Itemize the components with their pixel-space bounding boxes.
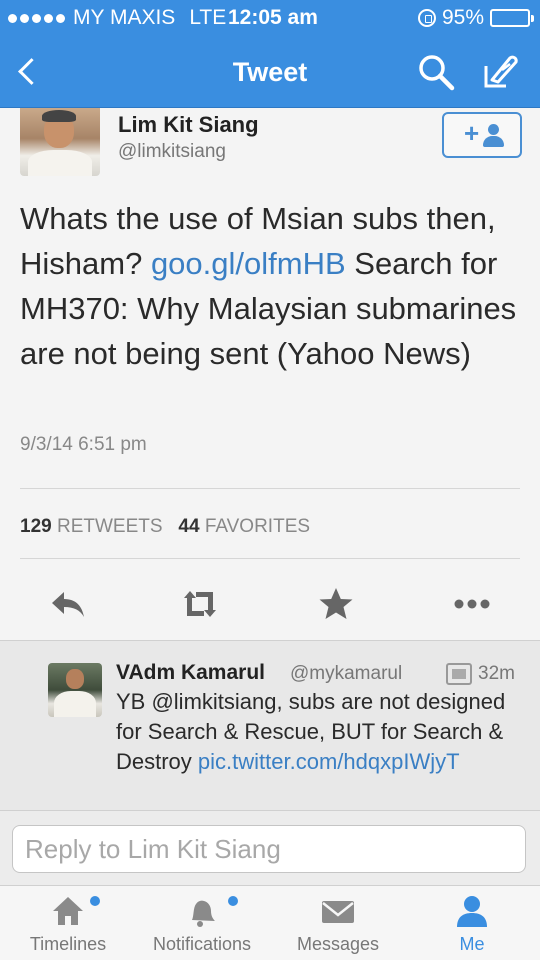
battery-percent: 95% xyxy=(441,6,484,29)
author-avatar[interactable] xyxy=(20,108,100,176)
status-bar: MY MAXIS LTE 12:05 am 95% xyxy=(0,0,540,36)
nav-bar: Tweet xyxy=(0,36,540,108)
divider xyxy=(20,558,520,559)
tweet-detail: Lim Kit Siang @limkitsiang + Whats the u… xyxy=(0,108,540,640)
reply-time: 32m xyxy=(478,663,515,684)
reply-link[interactable]: pic.twitter.com/hdqxpIWjyT xyxy=(198,749,460,774)
retweets-count: 129 xyxy=(20,516,52,537)
tweet-link[interactable]: goo.gl/olfmHB xyxy=(151,246,346,281)
retweets-label: RETWEETS xyxy=(56,516,163,537)
unread-dot xyxy=(90,896,100,906)
tab-label: Notifications xyxy=(152,934,252,954)
battery-icon xyxy=(490,9,534,27)
envelope-icon xyxy=(322,901,354,923)
tab-label: Messages xyxy=(296,934,380,954)
divider xyxy=(20,488,520,489)
unread-dot xyxy=(228,896,238,906)
favorite-icon xyxy=(319,588,353,619)
tweet-text: Whats the use of Msian subs then, Hisham… xyxy=(20,196,520,376)
author-name[interactable]: Lim Kit Siang xyxy=(118,112,259,138)
home-icon xyxy=(53,897,83,925)
follow-button[interactable]: + xyxy=(442,112,522,158)
reply-icon xyxy=(52,592,84,617)
reply-tweet[interactable]: VAdm Kamarul @mykamarul 32m YB @limkitsi… xyxy=(0,640,540,810)
tab-timelines[interactable]: Timelines xyxy=(20,886,116,960)
signal-strength-icon xyxy=(8,13,65,23)
person-icon xyxy=(457,896,487,927)
compose-button[interactable] xyxy=(480,52,520,92)
reply-bar xyxy=(0,810,540,886)
favorite-button[interactable] xyxy=(316,586,356,622)
reply-input[interactable] xyxy=(12,825,526,873)
search-icon xyxy=(419,55,455,91)
network-type: LTE xyxy=(189,6,227,29)
page-title: Tweet xyxy=(232,57,308,87)
favorites-count: 44 xyxy=(178,516,200,537)
retweets-stat[interactable]: 129 RETWEETS xyxy=(20,516,163,537)
reply-button[interactable] xyxy=(48,586,88,622)
favorites-label: FAVORITES xyxy=(204,516,311,537)
tab-label: Me xyxy=(459,934,485,954)
reply-text: YB @limkitsiang, subs are not designed f… xyxy=(116,687,521,777)
clock: 12:05 am xyxy=(228,6,318,29)
reply-author-handle[interactable]: @mykamarul xyxy=(290,663,402,685)
tweet-actions xyxy=(0,578,540,628)
tab-bar: Timelines Notifications Messages Me xyxy=(0,886,540,960)
reply-author-name[interactable]: VAdm Kamarul xyxy=(116,661,265,685)
tab-notifications[interactable]: Notifications xyxy=(146,886,258,960)
retweet-icon xyxy=(184,591,216,617)
tab-label: Timelines xyxy=(29,934,107,954)
compose-icon xyxy=(484,55,518,88)
person-icon xyxy=(482,124,504,148)
retweet-button[interactable] xyxy=(180,586,220,622)
reply-author-avatar[interactable] xyxy=(48,663,102,717)
tab-messages[interactable]: Messages xyxy=(290,886,386,960)
search-button[interactable] xyxy=(416,52,456,92)
plus-icon: + xyxy=(464,118,480,148)
rotation-lock-icon xyxy=(417,9,436,27)
author-handle[interactable]: @limkitsiang xyxy=(118,141,226,163)
bell-icon xyxy=(192,900,215,927)
status-left: MY MAXIS LTE xyxy=(8,6,234,30)
media-icon xyxy=(446,663,472,685)
carrier-name: MY MAXIS xyxy=(73,6,176,29)
status-right: 95% xyxy=(417,6,534,30)
more-icon xyxy=(454,599,490,609)
tweet-timestamp: 9/3/14 6:51 pm xyxy=(20,434,147,455)
favorites-stat[interactable]: 44 FAVORITES xyxy=(178,516,310,537)
tweet-stats: 129 RETWEETS 44 FAVORITES xyxy=(20,516,310,538)
more-button[interactable] xyxy=(452,586,492,622)
tab-me[interactable]: Me xyxy=(440,886,504,960)
